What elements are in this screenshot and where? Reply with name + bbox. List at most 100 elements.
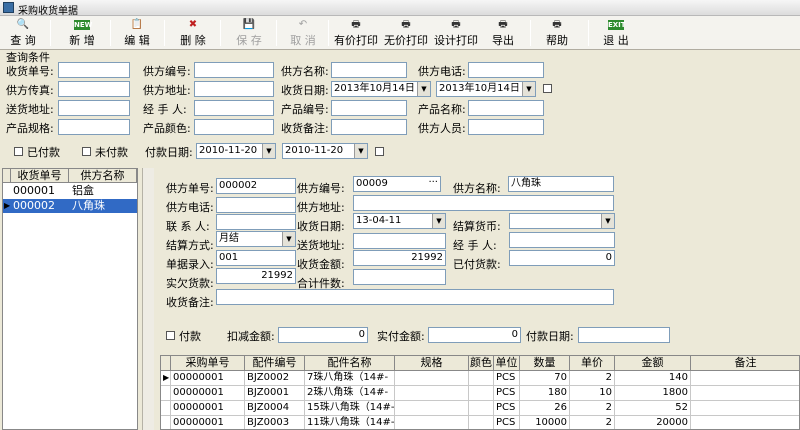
pay-date-to-picker[interactable]: 2010-11-20 ▼ bbox=[282, 143, 368, 159]
d-contact-input[interactable] bbox=[216, 214, 296, 230]
table-row[interactable]: ▶ 00000001 BJZ0002 7珠八角珠（14#- PCS 70 2 1… bbox=[161, 371, 799, 386]
d-pay-date-input[interactable] bbox=[578, 327, 670, 343]
receive-date-from-picker[interactable]: 2013年10月14日 ▼ bbox=[331, 81, 431, 97]
col-header-part[interactable]: 配件编号 bbox=[245, 356, 305, 371]
edit-document-icon: 📋 bbox=[130, 19, 144, 30]
receive-remark-input[interactable] bbox=[331, 119, 407, 135]
d-currency-label: 结算货币: bbox=[453, 220, 501, 233]
d-addr-label: 供方地址: bbox=[297, 201, 345, 214]
receipt-no-label: 收货单号: bbox=[6, 65, 54, 78]
cancel-button[interactable]: ↶ 取 消 bbox=[286, 17, 320, 49]
d-paid-input[interactable]: 0 bbox=[509, 250, 615, 266]
list-header-supplier-name[interactable]: 供方名称 bbox=[69, 169, 137, 183]
col-header-amount[interactable]: 金额 bbox=[615, 356, 691, 371]
d-deduct-input[interactable]: 0 bbox=[278, 327, 368, 343]
export-button[interactable]: 🖶 导出 bbox=[488, 17, 518, 49]
d-receipt-no-label: 供方单号: bbox=[166, 182, 214, 195]
d-contact-label: 联 系 人: bbox=[166, 220, 210, 233]
browse-button[interactable]: ··· bbox=[428, 177, 438, 189]
help-icon: 🖶 bbox=[552, 19, 562, 30]
d-currency-select[interactable]: ▼ bbox=[509, 213, 615, 229]
d-owed-input[interactable]: 21992 bbox=[216, 268, 296, 284]
d-actual-label: 实付金额: bbox=[377, 330, 425, 343]
supplier-staff-input[interactable] bbox=[468, 119, 544, 135]
d-count-input[interactable] bbox=[353, 269, 446, 285]
pay-date-checkbox[interactable] bbox=[375, 147, 384, 156]
help-button[interactable]: 🖶 帮助 bbox=[542, 17, 572, 49]
product-spec-input[interactable] bbox=[58, 119, 130, 135]
save-button[interactable]: 💾 保 存 bbox=[232, 17, 266, 49]
list-header-receipt-no[interactable]: 收货单号 bbox=[11, 169, 69, 183]
dropdown-arrow-icon[interactable]: ▼ bbox=[417, 82, 430, 96]
d-handler-input[interactable] bbox=[509, 232, 615, 248]
d-delivery-input[interactable] bbox=[353, 233, 446, 249]
paid-checkbox[interactable] bbox=[14, 147, 23, 156]
print-without-price-button[interactable]: 🖶 无价打印 bbox=[382, 17, 430, 49]
add-button[interactable]: NEW 新 增 bbox=[64, 17, 100, 49]
product-code-input[interactable] bbox=[331, 100, 407, 116]
d-pay-checkbox[interactable] bbox=[166, 331, 175, 340]
supplier-name-input[interactable] bbox=[331, 62, 407, 78]
dropdown-arrow-icon[interactable]: ▼ bbox=[432, 214, 445, 228]
supplier-code-input[interactable] bbox=[194, 62, 274, 78]
d-owed-label: 实欠货款: bbox=[166, 277, 214, 290]
receipt-list: 收货单号 供方名称 000001 铝盒 ▶ 000002 八角珠 bbox=[2, 168, 138, 430]
col-header-qty[interactable]: 数量 bbox=[520, 356, 570, 371]
d-amount-input[interactable]: 21992 bbox=[353, 250, 446, 266]
toolbar: 🔍 查 询 NEW 新 增 📋 编 辑 ✖ 删 除 💾 保 存 ↶ 取 消 🖶 … bbox=[0, 16, 800, 50]
d-actual-input[interactable]: 0 bbox=[428, 327, 521, 343]
list-item[interactable]: 000001 铝盒 bbox=[3, 184, 137, 198]
d-deduct-label: 扣减金额: bbox=[227, 330, 275, 343]
table-row[interactable]: 00000001 BJZ0003 11珠八角珠（14#- PCS 10000 2… bbox=[161, 416, 799, 429]
receive-date-to-picker[interactable]: 2013年10月14日 ▼ bbox=[436, 81, 536, 97]
product-name-input[interactable] bbox=[468, 100, 544, 116]
handler-label: 经 手 人: bbox=[143, 103, 187, 116]
receive-date-checkbox[interactable] bbox=[543, 84, 552, 93]
receipt-no-input[interactable] bbox=[58, 62, 130, 78]
col-header-name[interactable]: 配件名称 bbox=[305, 356, 395, 371]
d-remark-input[interactable] bbox=[216, 289, 614, 305]
unpaid-checkbox[interactable] bbox=[82, 147, 91, 156]
splitter-scrollbar[interactable] bbox=[142, 168, 154, 430]
d-settle-select[interactable]: 月结 ▼ bbox=[216, 231, 296, 247]
delete-button[interactable]: ✖ 删 除 bbox=[176, 17, 210, 49]
d-receive-date-picker[interactable]: 13-04-11 ▼ bbox=[353, 213, 446, 229]
d-receipt-no-input[interactable]: 000002 bbox=[216, 178, 296, 194]
d-supplier-code-input[interactable]: 00009 ··· bbox=[353, 176, 441, 192]
col-header-spec[interactable]: 规格 bbox=[395, 356, 469, 371]
print-with-price-button[interactable]: 🖶 有价打印 bbox=[332, 17, 380, 49]
edit-button[interactable]: 📋 编 辑 bbox=[120, 17, 154, 49]
dropdown-arrow-icon[interactable]: ▼ bbox=[522, 82, 535, 96]
exit-button[interactable]: EXIT 退 出 bbox=[598, 17, 634, 49]
floppy-disk-icon: 💾 bbox=[242, 19, 256, 30]
d-supplier-name-label: 供方名称: bbox=[453, 182, 501, 195]
delivery-addr-input[interactable] bbox=[58, 100, 130, 116]
dropdown-arrow-icon[interactable]: ▼ bbox=[282, 232, 295, 246]
col-header-color[interactable]: 颜色 bbox=[469, 356, 494, 371]
design-print-button[interactable]: 🖶 设计打印 bbox=[432, 17, 480, 49]
d-entry-input[interactable]: 001 bbox=[216, 250, 296, 266]
supplier-phone-input[interactable] bbox=[468, 62, 544, 78]
table-row[interactable]: 00000001 BJZ0004 15珠八角珠（14#- PCS 26 2 52 bbox=[161, 401, 799, 416]
supplier-fax-input[interactable] bbox=[58, 81, 130, 97]
supplier-code-label: 供方编号: bbox=[143, 65, 191, 78]
col-header-unit[interactable]: 单位 bbox=[494, 356, 520, 371]
product-color-input[interactable] bbox=[194, 119, 274, 135]
handler-input[interactable] bbox=[194, 100, 274, 116]
list-item[interactable]: ▶ 000002 八角珠 bbox=[3, 199, 137, 213]
pay-date-from-picker[interactable]: 2010-11-20 ▼ bbox=[196, 143, 276, 159]
dropdown-arrow-icon[interactable]: ▼ bbox=[262, 144, 275, 158]
dropdown-arrow-icon[interactable]: ▼ bbox=[601, 214, 614, 228]
dropdown-arrow-icon[interactable]: ▼ bbox=[354, 144, 367, 158]
col-header-price[interactable]: 单价 bbox=[570, 356, 615, 371]
exit-icon: EXIT bbox=[608, 20, 626, 30]
col-header-po[interactable]: 采购单号 bbox=[171, 356, 245, 371]
d-supplier-code-label: 供方编号: bbox=[297, 182, 345, 195]
d-supplier-name-input[interactable]: 八角珠 bbox=[508, 176, 614, 192]
d-addr-input[interactable] bbox=[353, 195, 614, 211]
query-button[interactable]: 🔍 查 询 bbox=[6, 17, 40, 49]
table-row[interactable]: 00000001 BJZ0001 2珠八角珠（14#- PCS 180 10 1… bbox=[161, 386, 799, 401]
d-phone-input[interactable] bbox=[216, 197, 296, 213]
supplier-addr-input[interactable] bbox=[194, 81, 274, 97]
col-header-note[interactable]: 备注 bbox=[691, 356, 799, 371]
